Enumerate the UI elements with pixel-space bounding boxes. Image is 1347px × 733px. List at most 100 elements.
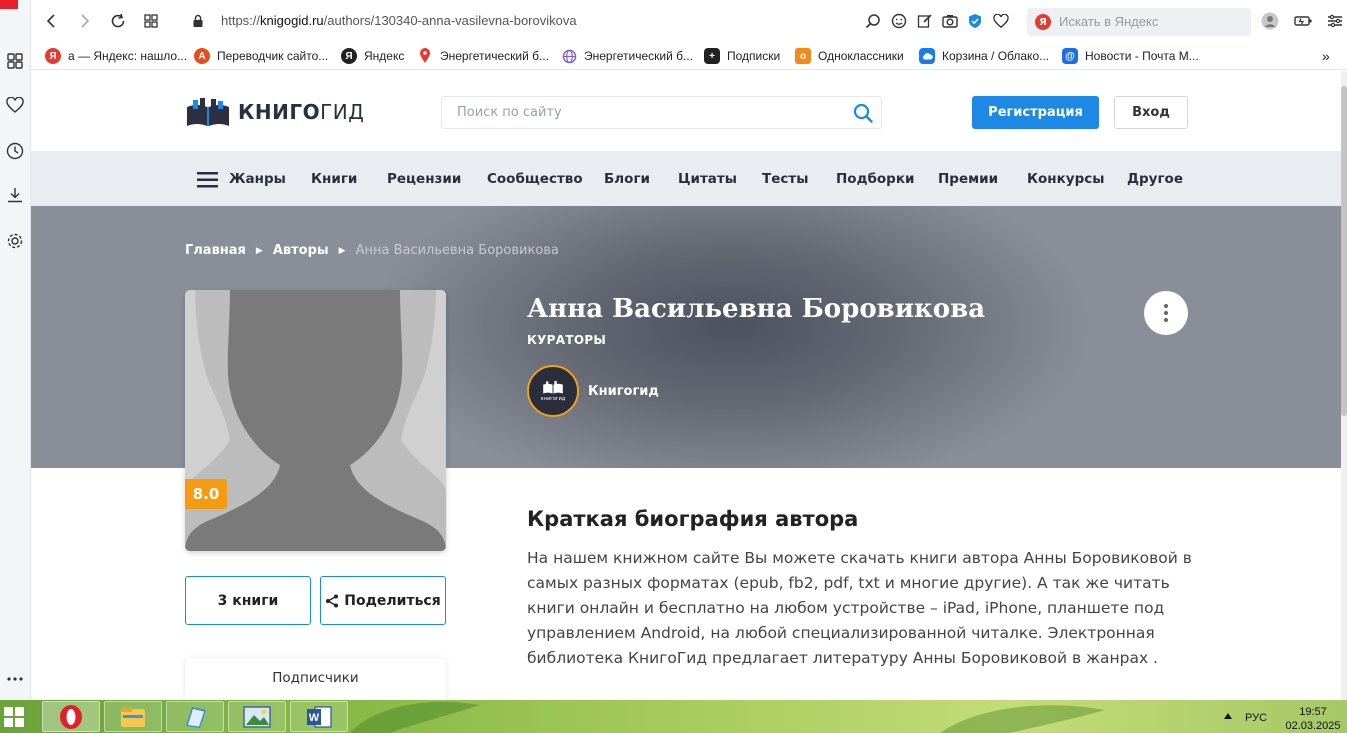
- edit-icon[interactable]: [915, 11, 935, 31]
- nav-quotes[interactable]: Цитаты: [678, 171, 737, 187]
- nav-genres[interactable]: Жанры: [229, 171, 286, 187]
- favorite-heart-icon[interactable]: [991, 11, 1011, 31]
- translator-icon: A: [194, 48, 210, 64]
- more-options-button[interactable]: [1144, 291, 1188, 335]
- bookmark-label: Энергетический б...: [584, 49, 693, 63]
- tray-clock[interactable]: 19:57 02.03.2025: [1284, 705, 1342, 733]
- back-arrow-icon[interactable]: [39, 9, 63, 33]
- reload-icon[interactable]: [106, 9, 130, 33]
- nav-tests[interactable]: Тесты: [762, 171, 808, 187]
- curator-name[interactable]: Книгогид: [588, 384, 659, 399]
- biography-text: На нашем книжном сайте Вы можете скачать…: [527, 549, 1192, 667]
- bookmark-item[interactable]: Энергетический б...: [561, 47, 693, 65]
- share-button[interactable]: Поделиться: [320, 576, 446, 625]
- wallpaper-leaf-decoration: [940, 705, 1105, 733]
- breadcrumb: Главная ▶ Авторы ▶ Анна Васильевна Боров…: [185, 243, 559, 258]
- bookmarks-bar: Яа — Яндекс: нашло... A Переводчик сайто.…: [31, 42, 1347, 70]
- hamburger-menu-icon[interactable]: [197, 172, 218, 192]
- nav-other[interactable]: Другое: [1127, 171, 1183, 187]
- battery-saver-icon[interactable]: [1293, 11, 1313, 31]
- tray-language-indicator[interactable]: РУС: [1245, 712, 1267, 724]
- tray-expand-arrow-icon[interactable]: [1224, 713, 1232, 719]
- zoom-search-icon[interactable]: [863, 11, 883, 31]
- nav-community[interactable]: Сообщество: [487, 171, 583, 187]
- forward-arrow-icon[interactable]: [73, 9, 97, 33]
- history-icon[interactable]: [2, 138, 28, 164]
- bookmark-label: Одноклассники: [818, 49, 904, 63]
- breadcrumb-current: Анна Васильевна Боровикова: [355, 243, 559, 258]
- heart-icon[interactable]: [2, 92, 28, 118]
- bookmark-label: Новости - Почта М...: [1085, 49, 1199, 63]
- odnoklassniki-icon: o: [795, 48, 811, 64]
- downloads-icon[interactable]: [2, 182, 28, 208]
- map-pin-icon: [417, 48, 433, 64]
- curator-logo-text: книгогид: [540, 396, 566, 402]
- wallpaper-leaf-decoration: [350, 701, 480, 733]
- yandex-icon: Я: [45, 48, 61, 64]
- url-host: knigogid.ru: [260, 13, 324, 28]
- taskbar-app-word[interactable]: W: [290, 701, 348, 732]
- opera-menu-button[interactable]: [0, 0, 18, 9]
- settings-gear-icon[interactable]: [2, 228, 28, 254]
- page-scrollbar-thumb[interactable]: [1341, 86, 1347, 416]
- url-scheme: https://: [221, 13, 261, 28]
- emoji-icon[interactable]: [889, 11, 909, 31]
- subscribers-card: Подписчики: [185, 658, 446, 700]
- address-bar[interactable]: https://knigogid.ru/authors/130340-anna-…: [221, 13, 577, 28]
- bookmark-item[interactable]: A Переводчик сайто...: [194, 47, 328, 65]
- cloud-icon: [919, 48, 935, 64]
- tray-time: 19:57: [1299, 706, 1327, 718]
- nav-books[interactable]: Книги: [311, 171, 357, 187]
- svg-text:W: W: [309, 712, 320, 724]
- breadcrumb-authors[interactable]: Авторы: [273, 243, 329, 258]
- mail-icon: @: [1062, 48, 1078, 64]
- search-icon[interactable]: [853, 103, 873, 127]
- bookmark-label: Яндекс: [364, 49, 405, 63]
- bookmark-label: Подписки: [727, 49, 781, 63]
- bookmark-item[interactable]: Энергетический б...: [417, 47, 549, 65]
- site-header: КНИГОГИД Поиск по сайту Регистрация Вход: [31, 71, 1341, 151]
- windows-start-button[interactable]: [3, 706, 25, 732]
- breadcrumb-arrow-icon: ▶: [255, 245, 263, 256]
- browser-window: https://knigogid.ru/authors/130340-anna-…: [0, 0, 1347, 700]
- bookmark-item[interactable]: + Подписки: [704, 47, 780, 65]
- bookmark-item[interactable]: o Одноклассники: [795, 47, 904, 65]
- taskbar-app-opera[interactable]: [42, 701, 100, 732]
- bookmark-item[interactable]: @ Новости - Почта М...: [1062, 47, 1199, 65]
- breadcrumb-home[interactable]: Главная: [185, 243, 246, 258]
- tray-date: 02.03.2025: [1285, 720, 1341, 732]
- shield-check-icon[interactable]: [965, 11, 985, 31]
- more-dots-icon[interactable]: [2, 666, 28, 692]
- site-logo[interactable]: КНИГОГИД: [186, 97, 364, 127]
- taskbar-app-explorer[interactable]: [104, 701, 162, 732]
- yandex-search-box[interactable]: Я Искать в Яндекс: [1027, 8, 1251, 36]
- tabs-grid-icon[interactable]: [139, 9, 163, 33]
- nav-reviews[interactable]: Рецензии: [387, 171, 461, 187]
- books-count-button[interactable]: 3 книги: [185, 576, 311, 625]
- nav-awards[interactable]: Премии: [938, 171, 998, 187]
- bookmark-item[interactable]: Яа — Яндекс: нашло...: [45, 47, 187, 65]
- bookmark-item[interactable]: Я Яндекс: [341, 47, 404, 65]
- site-search-input[interactable]: Поиск по сайту: [441, 96, 882, 129]
- lock-icon[interactable]: [186, 9, 210, 33]
- word-icon: W: [307, 705, 332, 728]
- bookmark-label: Корзина / Облако...: [942, 49, 1050, 63]
- nav-blogs[interactable]: Блоги: [604, 171, 650, 187]
- easy-setup-icon[interactable]: [1325, 11, 1345, 31]
- register-button[interactable]: Регистрация: [972, 96, 1099, 129]
- speed-dial-icon[interactable]: [2, 48, 28, 74]
- curators-label: КУРАТОРЫ: [527, 333, 607, 347]
- taskbar-app-notebook[interactable]: [166, 701, 224, 732]
- windows-logo-icon: [4, 707, 24, 727]
- curator-avatar[interactable]: книгогид: [527, 365, 579, 417]
- search-placeholder: Поиск по сайту: [457, 105, 562, 120]
- main-navigation: Жанры Книги Рецензии Сообщество Блоги Ци…: [31, 151, 1341, 206]
- nav-collections[interactable]: Подборки: [836, 171, 914, 187]
- bookmark-item[interactable]: Корзина / Облако...: [919, 47, 1049, 65]
- profile-avatar-icon[interactable]: [1260, 11, 1280, 31]
- login-button[interactable]: Вход: [1114, 96, 1188, 129]
- nav-contests[interactable]: Конкурсы: [1027, 171, 1104, 187]
- taskbar-app-image-viewer[interactable]: [228, 701, 286, 732]
- more-bookmarks-button[interactable]: »: [1322, 47, 1330, 65]
- camera-icon[interactable]: [940, 11, 960, 31]
